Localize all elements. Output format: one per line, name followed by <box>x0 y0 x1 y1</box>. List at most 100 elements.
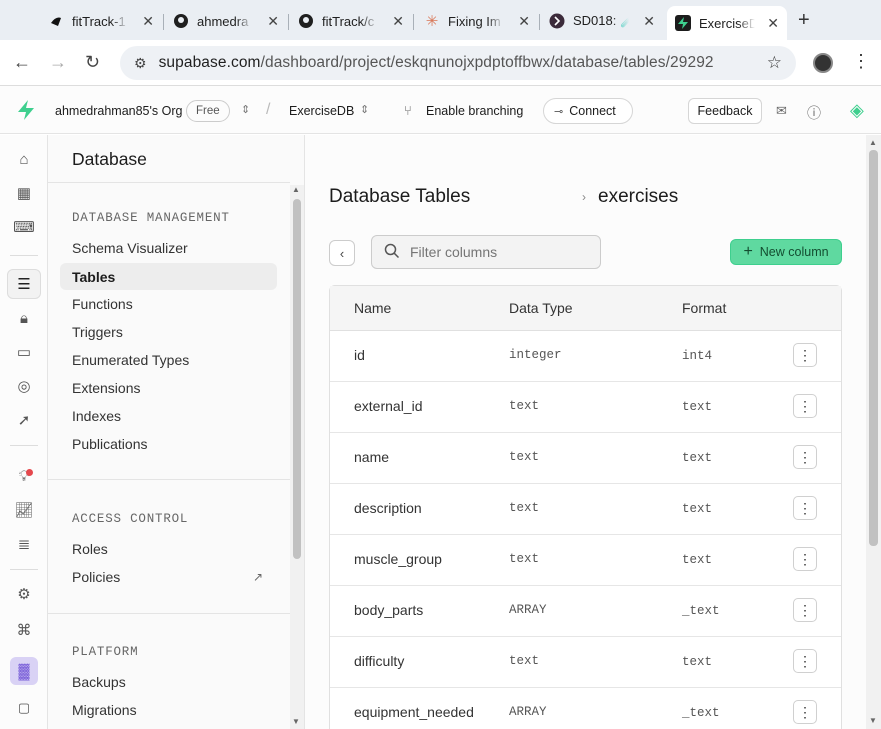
home-icon[interactable]: ⌂ <box>13 148 35 170</box>
row-menu-icon[interactable]: ⋮ <box>793 598 817 622</box>
bookmark-star-icon[interactable]: ☆ <box>767 53 782 73</box>
scroll-down-icon[interactable]: ▼ <box>292 717 300 726</box>
divider <box>48 479 290 480</box>
sidebar-item-enumerated-types[interactable]: Enumerated Types <box>60 346 277 373</box>
row-menu-icon[interactable]: ⋮ <box>793 496 817 520</box>
new-column-button[interactable]: + New column <box>730 239 842 265</box>
browser-tab[interactable]: fitTrack-1 ✕ <box>40 6 162 36</box>
tab-title: ExerciseD <box>699 15 755 31</box>
advisors-bulb-icon[interactable]: 💡︎ <box>13 465 35 487</box>
inbox-icon[interactable]: ✉ <box>776 103 787 119</box>
sidebar-item-roles[interactable]: Roles <box>60 535 277 562</box>
section-heading: PLATFORM <box>72 645 139 659</box>
new-tab-icon[interactable]: + <box>798 9 810 32</box>
enable-branching-button[interactable]: Enable branching <box>426 104 523 118</box>
close-icon[interactable]: ✕ <box>643 13 655 30</box>
url-text: supabase.com/dashboard/project/eskqnunoj… <box>158 54 714 71</box>
close-icon[interactable]: ✕ <box>767 15 779 32</box>
sidebar-scrollbar-thumb[interactable] <box>293 199 301 559</box>
logs-icon[interactable]: ≣ <box>13 533 35 555</box>
back-arrow-icon[interactable]: ← <box>13 52 31 73</box>
column-format: text <box>682 502 713 516</box>
help-icon[interactable]: ⓘ <box>807 103 821 123</box>
sidebar-item-policies[interactable]: Policies ↗ <box>60 563 277 590</box>
back-button[interactable]: ‹ <box>329 240 355 266</box>
scroll-up-icon[interactable]: ▲ <box>869 138 877 147</box>
table-editor-icon[interactable]: ▦ <box>13 182 35 204</box>
notion-icon <box>48 13 64 29</box>
row-menu-icon[interactable]: ⋮ <box>793 445 817 469</box>
sidebar-item-schema-visualizer[interactable]: Schema Visualizer <box>60 234 277 261</box>
user-avatar[interactable]: ▓ <box>10 657 38 685</box>
table-row: id integer int4 ⋮ <box>330 331 841 382</box>
browser-menu-icon[interactable]: ⋮ <box>852 51 870 72</box>
filter-columns-input[interactable] <box>410 244 590 260</box>
database-icon[interactable]: ☰ <box>7 269 41 299</box>
sidebar-item-triggers[interactable]: Triggers <box>60 318 277 345</box>
plug-icon: ⊸ <box>554 105 564 118</box>
auth-lock-icon[interactable]: 🔒︎ <box>13 307 35 329</box>
column-type: text <box>509 552 540 566</box>
column-format: text <box>682 553 713 567</box>
scroll-up-icon[interactable]: ▲ <box>292 185 300 194</box>
browser-tab[interactable]: ahmedra ✕ <box>165 6 287 36</box>
column-type: text <box>509 501 540 515</box>
supabase-logo-icon[interactable] <box>16 99 36 126</box>
profile-avatar[interactable] <box>813 53 833 73</box>
row-menu-icon[interactable]: ⋮ <box>793 649 817 673</box>
row-menu-icon[interactable]: ⋮ <box>793 700 817 724</box>
sidebar-item-extensions[interactable]: Extensions <box>60 374 277 401</box>
project-name[interactable]: ExerciseDB <box>289 104 354 118</box>
sidebar-item-migrations[interactable]: Migrations <box>60 696 277 723</box>
settings-gear-icon[interactable]: ⚙ <box>13 583 35 605</box>
chevron-right-icon: › <box>582 190 586 204</box>
section-heading: ACCESS CONTROL <box>72 512 189 526</box>
reports-icon[interactable]: 📈︎ <box>13 499 35 521</box>
browser-tab[interactable]: ✳ Fixing Im ✕ <box>416 6 538 36</box>
close-icon[interactable]: ✕ <box>267 13 279 30</box>
url-bar[interactable]: ⚙ supabase.com/dashboard/project/eskqnun… <box>120 46 796 80</box>
forward-arrow-icon[interactable]: → <box>49 52 67 73</box>
feedback-button[interactable]: Feedback <box>688 98 762 124</box>
row-menu-icon[interactable]: ⋮ <box>793 394 817 418</box>
close-icon[interactable]: ✕ <box>518 13 530 30</box>
column-format: text <box>682 655 713 669</box>
row-menu-icon[interactable]: ⋮ <box>793 547 817 571</box>
project-switcher-icon[interactable]: ⇕ <box>360 103 369 116</box>
collapse-sidebar-icon[interactable]: ▢ <box>13 697 35 719</box>
columns-table: Name Data Type Format id integer int4 ⋮ … <box>329 285 842 729</box>
plan-badge: Free <box>186 100 230 122</box>
realtime-icon[interactable]: ◎ <box>13 375 35 397</box>
column-type: text <box>509 654 540 668</box>
header-data-type: Data Type <box>509 300 573 316</box>
browser-tab-active[interactable]: ExerciseD ✕ <box>667 6 787 40</box>
table-name: exercises <box>598 186 679 207</box>
connect-button[interactable]: ⊸ Connect <box>543 98 633 124</box>
row-menu-icon[interactable]: ⋮ <box>793 343 817 367</box>
close-icon[interactable]: ✕ <box>142 13 154 30</box>
main-scrollbar-thumb[interactable] <box>869 150 878 546</box>
close-icon[interactable]: ✕ <box>392 13 404 30</box>
tab-title: fitTrack-1 <box>72 13 126 29</box>
org-switcher-icon[interactable]: ⇕ <box>241 103 250 116</box>
scroll-down-icon[interactable]: ▼ <box>869 716 877 725</box>
browser-tab[interactable]: SD018: 🧪 ✕ <box>541 6 663 36</box>
sidebar-item-backups[interactable]: Backups <box>60 668 277 695</box>
supabase-icon <box>675 15 691 31</box>
sidebar-item-functions[interactable]: Functions <box>60 290 277 317</box>
edge-functions-icon[interactable]: ➚ <box>13 409 35 431</box>
sidebar-item-publications[interactable]: Publications <box>60 430 277 457</box>
sidebar-item-tables[interactable]: Tables <box>60 263 277 290</box>
site-settings-icon[interactable]: ⚙ <box>134 55 147 72</box>
sidebar-item-indexes[interactable]: Indexes <box>60 402 277 429</box>
storage-icon[interactable]: ▭ <box>13 341 35 363</box>
filter-columns-box[interactable] <box>371 235 601 269</box>
assistant-icon[interactable]: ◈ <box>850 100 864 121</box>
command-icon[interactable]: ⌘ <box>13 619 35 641</box>
column-name: muscle_group <box>354 551 442 567</box>
page-title: Database Tables <box>329 186 471 207</box>
browser-tab[interactable]: fitTrack/c ✕ <box>290 6 412 36</box>
reload-icon[interactable]: ↻ <box>85 52 100 73</box>
org-name[interactable]: ahmedrahman85's Org <box>55 104 182 118</box>
sql-editor-icon[interactable]: ⌨ <box>13 216 35 238</box>
